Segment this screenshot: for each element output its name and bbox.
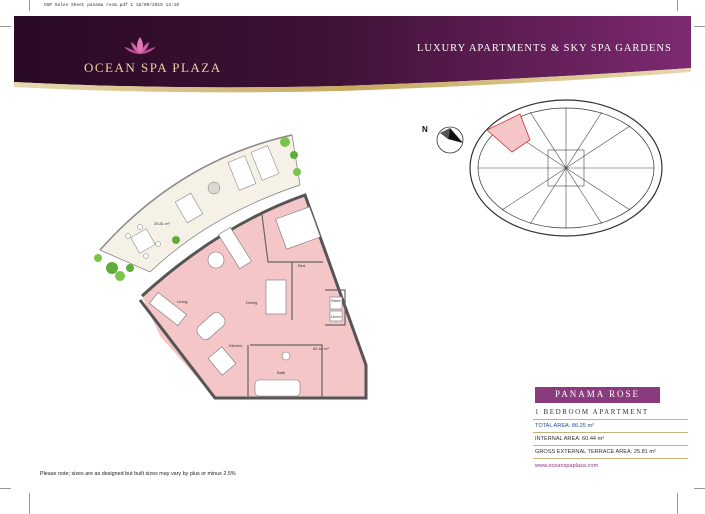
room-label-dining: Dining <box>246 300 257 305</box>
apartment-name: PANAMA ROSE <box>555 389 640 399</box>
room-label-bed: Bed <box>298 263 305 268</box>
room-label-kitchen: Kitchen <box>229 343 242 348</box>
internal-area-label: 60.44 m² <box>313 346 329 351</box>
compass-north-label: N <box>422 125 428 134</box>
room-label-bath: Bath <box>277 370 285 375</box>
website-link[interactable]: www.oceanspaplaza.com <box>535 463 598 469</box>
internal-area: INTERNAL AREA: 60.44 m² <box>535 436 605 442</box>
divider <box>533 445 688 446</box>
room-label-store: Store <box>331 298 341 303</box>
apartment-type: 1 BEDROOM APARTMENT <box>535 408 649 416</box>
room-label-linen: Linen <box>331 314 341 319</box>
room-label-living: Living <box>177 299 187 304</box>
divider <box>533 419 688 420</box>
disclaimer: Please note; sizes are as designed but b… <box>40 471 236 477</box>
divider <box>533 432 688 433</box>
terrace-area-label: 25.81 m² <box>154 221 170 226</box>
compass-icon <box>436 126 464 154</box>
building-key-plan <box>469 99 663 237</box>
terrace-area: GROSS EXTERNAL TERRACE AREA: 25.81 m² <box>535 449 656 455</box>
divider <box>533 458 688 459</box>
total-area: TOTAL AREA: 86.25 m² <box>535 423 594 429</box>
